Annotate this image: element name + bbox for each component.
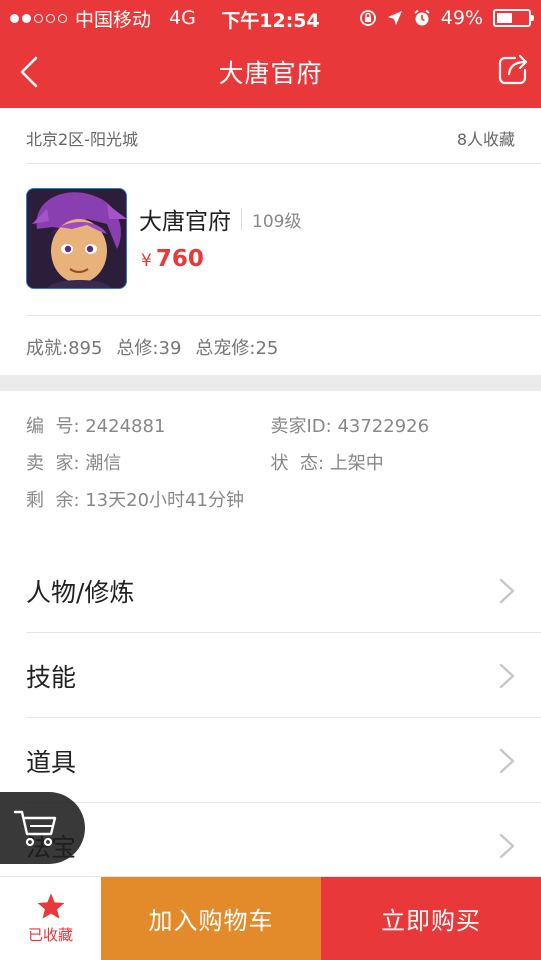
favorites-count: 8人收藏 [456,130,515,149]
detail-number: 编 号: 2424881 [26,416,166,437]
divider [241,208,242,230]
stat-pet-cultivation: 总宠修:25 [195,338,279,359]
menu-item-label: 技能 [26,662,77,692]
server-row: 北京2区-阳光城 8人收藏 [26,126,515,150]
divider [26,315,541,316]
chevron-right-icon [499,748,515,774]
price-value: 760 [155,246,204,272]
buy-now-label: 立即购买 [381,907,481,935]
favorite-label: 已收藏 [27,926,73,944]
add-to-cart-label: 加入购物车 [148,907,274,935]
server-label: 北京2区-阳光城 [26,130,138,149]
section-separator [0,375,541,391]
role-name: 大唐官府 [139,209,231,235]
role-summary: 大唐官府 109级 ¥760 [26,188,541,290]
location-arrow-icon [387,11,402,25]
signal-strength-icon [10,13,67,23]
stat-total-cultivation: 总修:39 [116,338,182,359]
carrier-label: 中国移动 [75,8,152,31]
rotation-lock-icon [359,10,376,26]
character-avatar [26,188,127,289]
back-icon[interactable] [14,54,50,90]
bottom-action-bar: 已收藏 加入购物车 立即购买 [0,876,541,960]
battery-percent: 49% [440,7,483,29]
battery-icon [493,9,534,27]
page-title: 大唐官府 [218,59,323,88]
stat-achievement: 成就:895 [26,338,103,359]
listing-details: 编 号: 2424881 卖家ID: 43722926 卖 家: 潮信 状 态:… [26,412,515,523]
add-to-cart-button[interactable]: 加入购物车 [101,877,321,960]
nav-bar: 大唐官府 [0,36,541,108]
price: ¥760 [141,246,204,272]
share-icon[interactable] [495,52,531,88]
status-bar: 中国移动 4G 下午12:54 49% [0,0,541,36]
detail-seller-id: 卖家ID: 43722926 [270,416,430,437]
menu-item-character[interactable]: 人物/修炼 [0,548,541,633]
stats-row: 成就:895 总修:39 总宠修:25 [26,334,278,360]
detail-remaining: 剩 余: 13天20小时41分钟 [26,490,244,511]
divider [26,163,541,164]
detail-status: 状 态: 上架中 [270,453,384,474]
menu-item-skills[interactable]: 技能 [0,633,541,718]
role-level: 109级 [252,211,302,232]
floating-cart-button[interactable] [0,792,85,864]
shopping-cart-icon [13,810,56,847]
detail-seller: 卖 家: 潮信 [26,453,122,474]
menu-item-items[interactable]: 道具 [0,718,541,803]
menu-item-label: 道具 [26,747,77,777]
chevron-right-icon [499,663,515,689]
network-label: 4G [169,7,196,29]
menu-item-label: 人物/修炼 [26,577,135,607]
buy-now-button[interactable]: 立即购买 [321,877,541,960]
alarm-clock-icon [414,9,430,26]
chevron-right-icon [499,833,515,859]
app-header: 中国移动 4G 下午12:54 49% 大唐官府 [0,0,541,108]
favorite-button[interactable]: 已收藏 [0,877,101,960]
star-icon [37,893,64,919]
currency-symbol: ¥ [141,251,152,271]
chevron-right-icon [499,578,515,604]
